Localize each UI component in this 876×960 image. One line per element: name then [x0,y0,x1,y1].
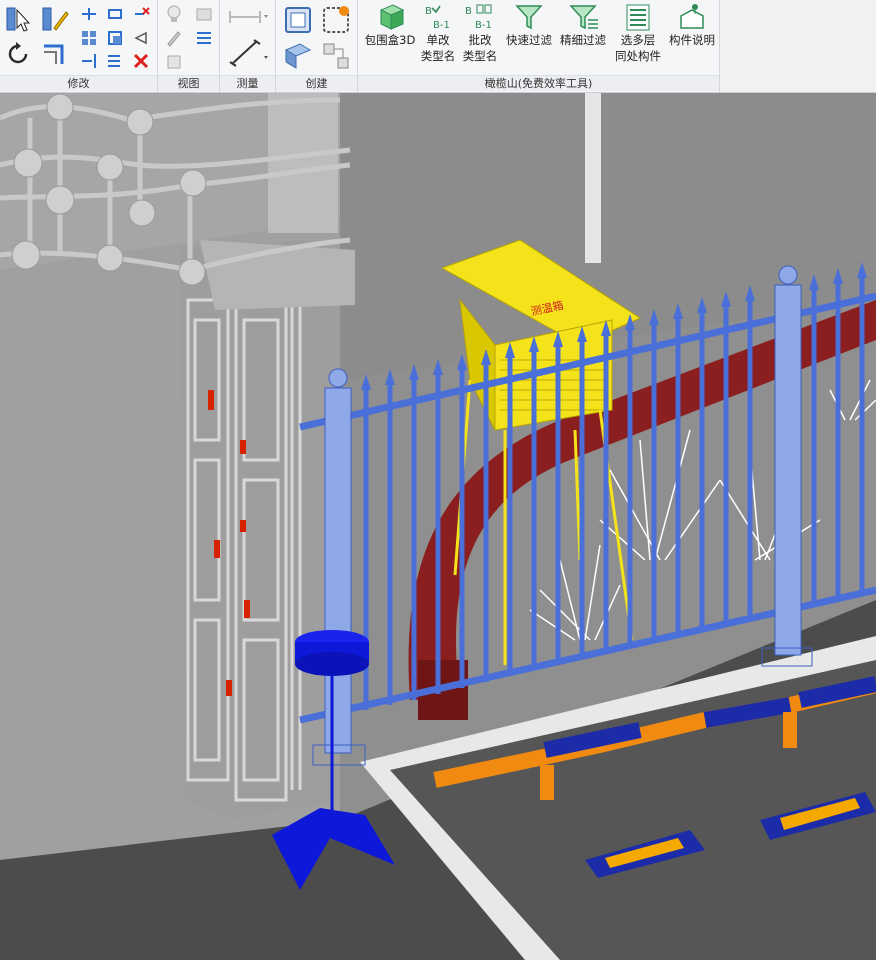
fence-post-right-cap [778,265,798,285]
bbox3d-label: 包围盒3D [364,33,416,47]
match-properties-icon[interactable] [40,4,70,34]
panel-view: 视图 [158,0,220,92]
render-icon[interactable] [194,4,214,24]
ribbon-empty-area [720,0,876,92]
fence-post-left [324,387,352,754]
hide-icon[interactable] [164,52,184,72]
panel-create-label: 创建 [276,75,357,91]
pin-icon[interactable] [132,29,150,47]
select-cursor-icon[interactable] [4,4,34,34]
fine-filter-button[interactable]: 精细过滤 [556,2,610,48]
3d-viewport[interactable]: 测温箱 [0,93,876,960]
fine-funnel-icon [569,5,598,30]
panel-modify: 修改 [0,0,158,92]
panel-measure-label: 测量 [220,75,275,91]
align-icon[interactable] [80,5,98,23]
panel-create: 创建 [276,0,358,92]
layers-list-icon [626,4,650,31]
rename-single-badge: B-1 [433,20,450,31]
component-info-button[interactable]: 构件说明 [664,2,720,48]
rename-single-button[interactable]: B B-1 单改 类型名 [416,2,460,64]
svg-text:B: B [465,6,472,17]
create-similar-icon[interactable] [282,4,314,36]
bbox3d-icon [379,4,405,30]
copy-icon[interactable] [106,29,124,47]
fence-post-left-cap [328,368,348,388]
trim-icon[interactable] [40,40,68,68]
quick-filter-button[interactable]: 快速过滤 [502,2,556,48]
extend-icon[interactable] [80,52,98,70]
ribbon-toolbar: 修改 视图 测量 创建 包围盒3D B B-1 单改 类型名 B B-1 批改 … [0,0,876,93]
multi-floor-label-1: 选多层 [620,33,656,47]
array-icon[interactable] [106,52,124,70]
rename-batch-button[interactable]: B B-1 批改 类型名 [458,2,502,64]
rename-batch-label-2: 类型名 [462,49,498,63]
funnel-icon [515,5,543,30]
panel-measure: 测量 [220,0,276,92]
panel-plugin: 包围盒3D B B-1 单改 类型名 B B-1 批改 类型名 快速过滤 精细过滤 … [358,0,720,92]
rename-single-icon: BB-1 [425,5,450,31]
panel-plugin-label: 橄榄山(免费效率工具) [358,75,719,91]
offset-icon[interactable] [106,5,124,23]
rename-batch-icon: BB-1 [465,4,492,31]
rotate-icon[interactable] [4,40,32,68]
component-info-icon [680,4,704,29]
lightbulb-icon[interactable] [164,4,184,24]
split-delete-icon[interactable] [132,5,150,23]
brush-icon[interactable] [164,28,184,48]
thin-lines-icon[interactable] [194,28,214,48]
rename-single-label-2: 类型名 [420,49,456,63]
fine-filter-label: 精细过滤 [560,33,606,47]
create-parts-icon[interactable] [282,40,314,72]
panel-view-label: 视图 [158,75,219,91]
create-assembly-icon[interactable] [320,40,352,72]
rename-single-label-1: 单改 [426,33,450,47]
mirror-icon[interactable] [80,29,98,47]
component-info-label: 构件说明 [669,33,715,47]
panel-modify-label: 修改 [0,75,157,91]
downpipe [585,93,601,263]
measure-distance-icon[interactable] [226,6,270,28]
scene-canvas[interactable]: 测温箱 [0,93,876,960]
multi-floor-label-2: 同处构件 [615,49,661,63]
quick-filter-label: 快速过滤 [506,33,552,47]
svg-text:B: B [425,6,432,17]
delete-icon[interactable] [132,52,150,70]
create-group-icon[interactable] [320,4,352,36]
bbox3d-button[interactable]: 包围盒3D [360,2,420,48]
rename-batch-badge: B-1 [475,20,492,31]
column-top [268,93,338,233]
fence-post-right [774,284,802,656]
rename-batch-label-1: 批改 [468,33,492,47]
multi-floor-select-button[interactable]: 选多层 同处构件 [610,2,666,64]
dimension-icon[interactable] [226,36,270,70]
